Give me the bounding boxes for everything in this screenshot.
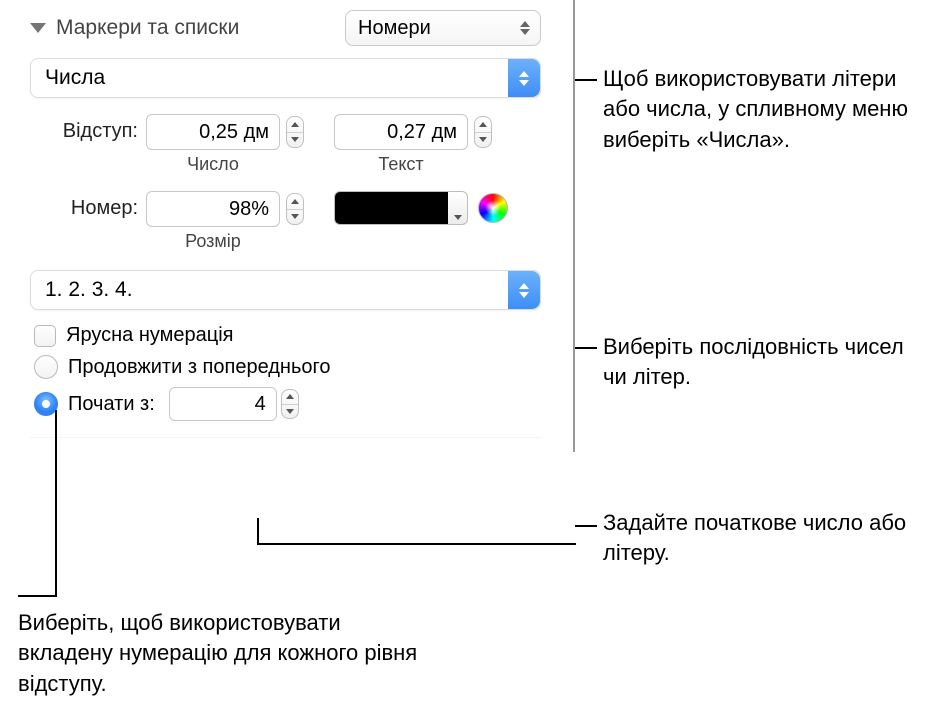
start-value-stepper[interactable] xyxy=(281,389,299,419)
number-options: Ярусна нумерація Продовжити з попередньо… xyxy=(30,324,541,421)
dropdown-end-icon xyxy=(508,271,540,309)
indent-row: Відступ: 0,25 дм Число 0,27 дм xyxy=(30,114,541,175)
tiered-checkbox[interactable] xyxy=(34,325,56,347)
start-value: 4 xyxy=(255,393,266,416)
indent-text-field[interactable]: 0,27 дм xyxy=(334,114,492,150)
number-size-field[interactable]: 98% xyxy=(146,191,304,227)
indent-number-sublabel: Число xyxy=(146,154,280,175)
number-color-dropdown[interactable] xyxy=(448,191,468,225)
section-title: Маркери та списки xyxy=(56,16,239,40)
callout-start: Задайте початкове число або літеру. xyxy=(603,508,923,569)
number-row: Номер: 98% Розмір xyxy=(30,191,541,252)
start-radio-row[interactable]: Почати з: 4 xyxy=(34,387,541,421)
list-type-dropdown[interactable]: Номери xyxy=(345,10,541,46)
colorwheel-icon[interactable] xyxy=(478,193,508,223)
number-size-sublabel: Розмір xyxy=(146,231,280,252)
continue-radio[interactable] xyxy=(34,355,58,379)
indent-number-field[interactable]: 0,25 дм xyxy=(146,114,304,150)
indent-text-stepper[interactable] xyxy=(474,116,492,148)
callout-tiered: Виберіть, щоб використовувати вкладену н… xyxy=(18,608,438,699)
callouts-area: Щоб використовувати літери або числа, у … xyxy=(575,0,934,600)
indent-text-value: 0,27 дм xyxy=(387,121,457,144)
number-size-value: 98% xyxy=(229,198,269,221)
start-label: Почати з: xyxy=(68,393,155,416)
indent-label: Відступ: xyxy=(30,114,146,143)
indent-number-stepper[interactable] xyxy=(286,116,304,148)
dropdown-end-icon xyxy=(508,59,540,97)
tiered-label: Ярусна нумерація xyxy=(66,324,234,347)
section-header[interactable]: Маркери та списки Номери xyxy=(30,10,541,46)
tiered-checkbox-row[interactable]: Ярусна нумерація xyxy=(34,324,541,347)
callout-sequence: Виберіть послідовність чисел чи літер. xyxy=(603,332,923,393)
indent-number-value: 0,25 дм xyxy=(199,121,269,144)
indent-text-sublabel: Текст xyxy=(334,154,468,175)
list-type-value: Номери xyxy=(358,17,431,40)
continue-radio-row[interactable]: Продовжити з попереднього xyxy=(34,355,541,379)
callout-style: Щоб використовувати літери або числа, у … xyxy=(603,64,923,155)
number-size-stepper[interactable] xyxy=(286,193,304,225)
sequence-dropdown[interactable]: 1. 2. 3. 4. xyxy=(30,270,541,310)
divider xyxy=(30,437,541,438)
continue-label: Продовжити з попереднього xyxy=(68,356,331,379)
start-value-field[interactable]: 4 xyxy=(169,387,299,421)
number-label: Номер: xyxy=(30,191,146,220)
start-radio[interactable] xyxy=(34,392,58,416)
sequence-value: 1. 2. 3. 4. xyxy=(45,278,133,302)
disclosure-triangle-icon[interactable] xyxy=(30,23,46,33)
chevron-updown-icon xyxy=(520,21,530,35)
number-style-dropdown[interactable]: Числа xyxy=(30,58,541,98)
number-style-value: Числа xyxy=(45,66,105,90)
list-format-panel: Маркери та списки Номери Числа Відступ: xyxy=(0,0,575,452)
number-color-swatch[interactable] xyxy=(334,191,454,225)
